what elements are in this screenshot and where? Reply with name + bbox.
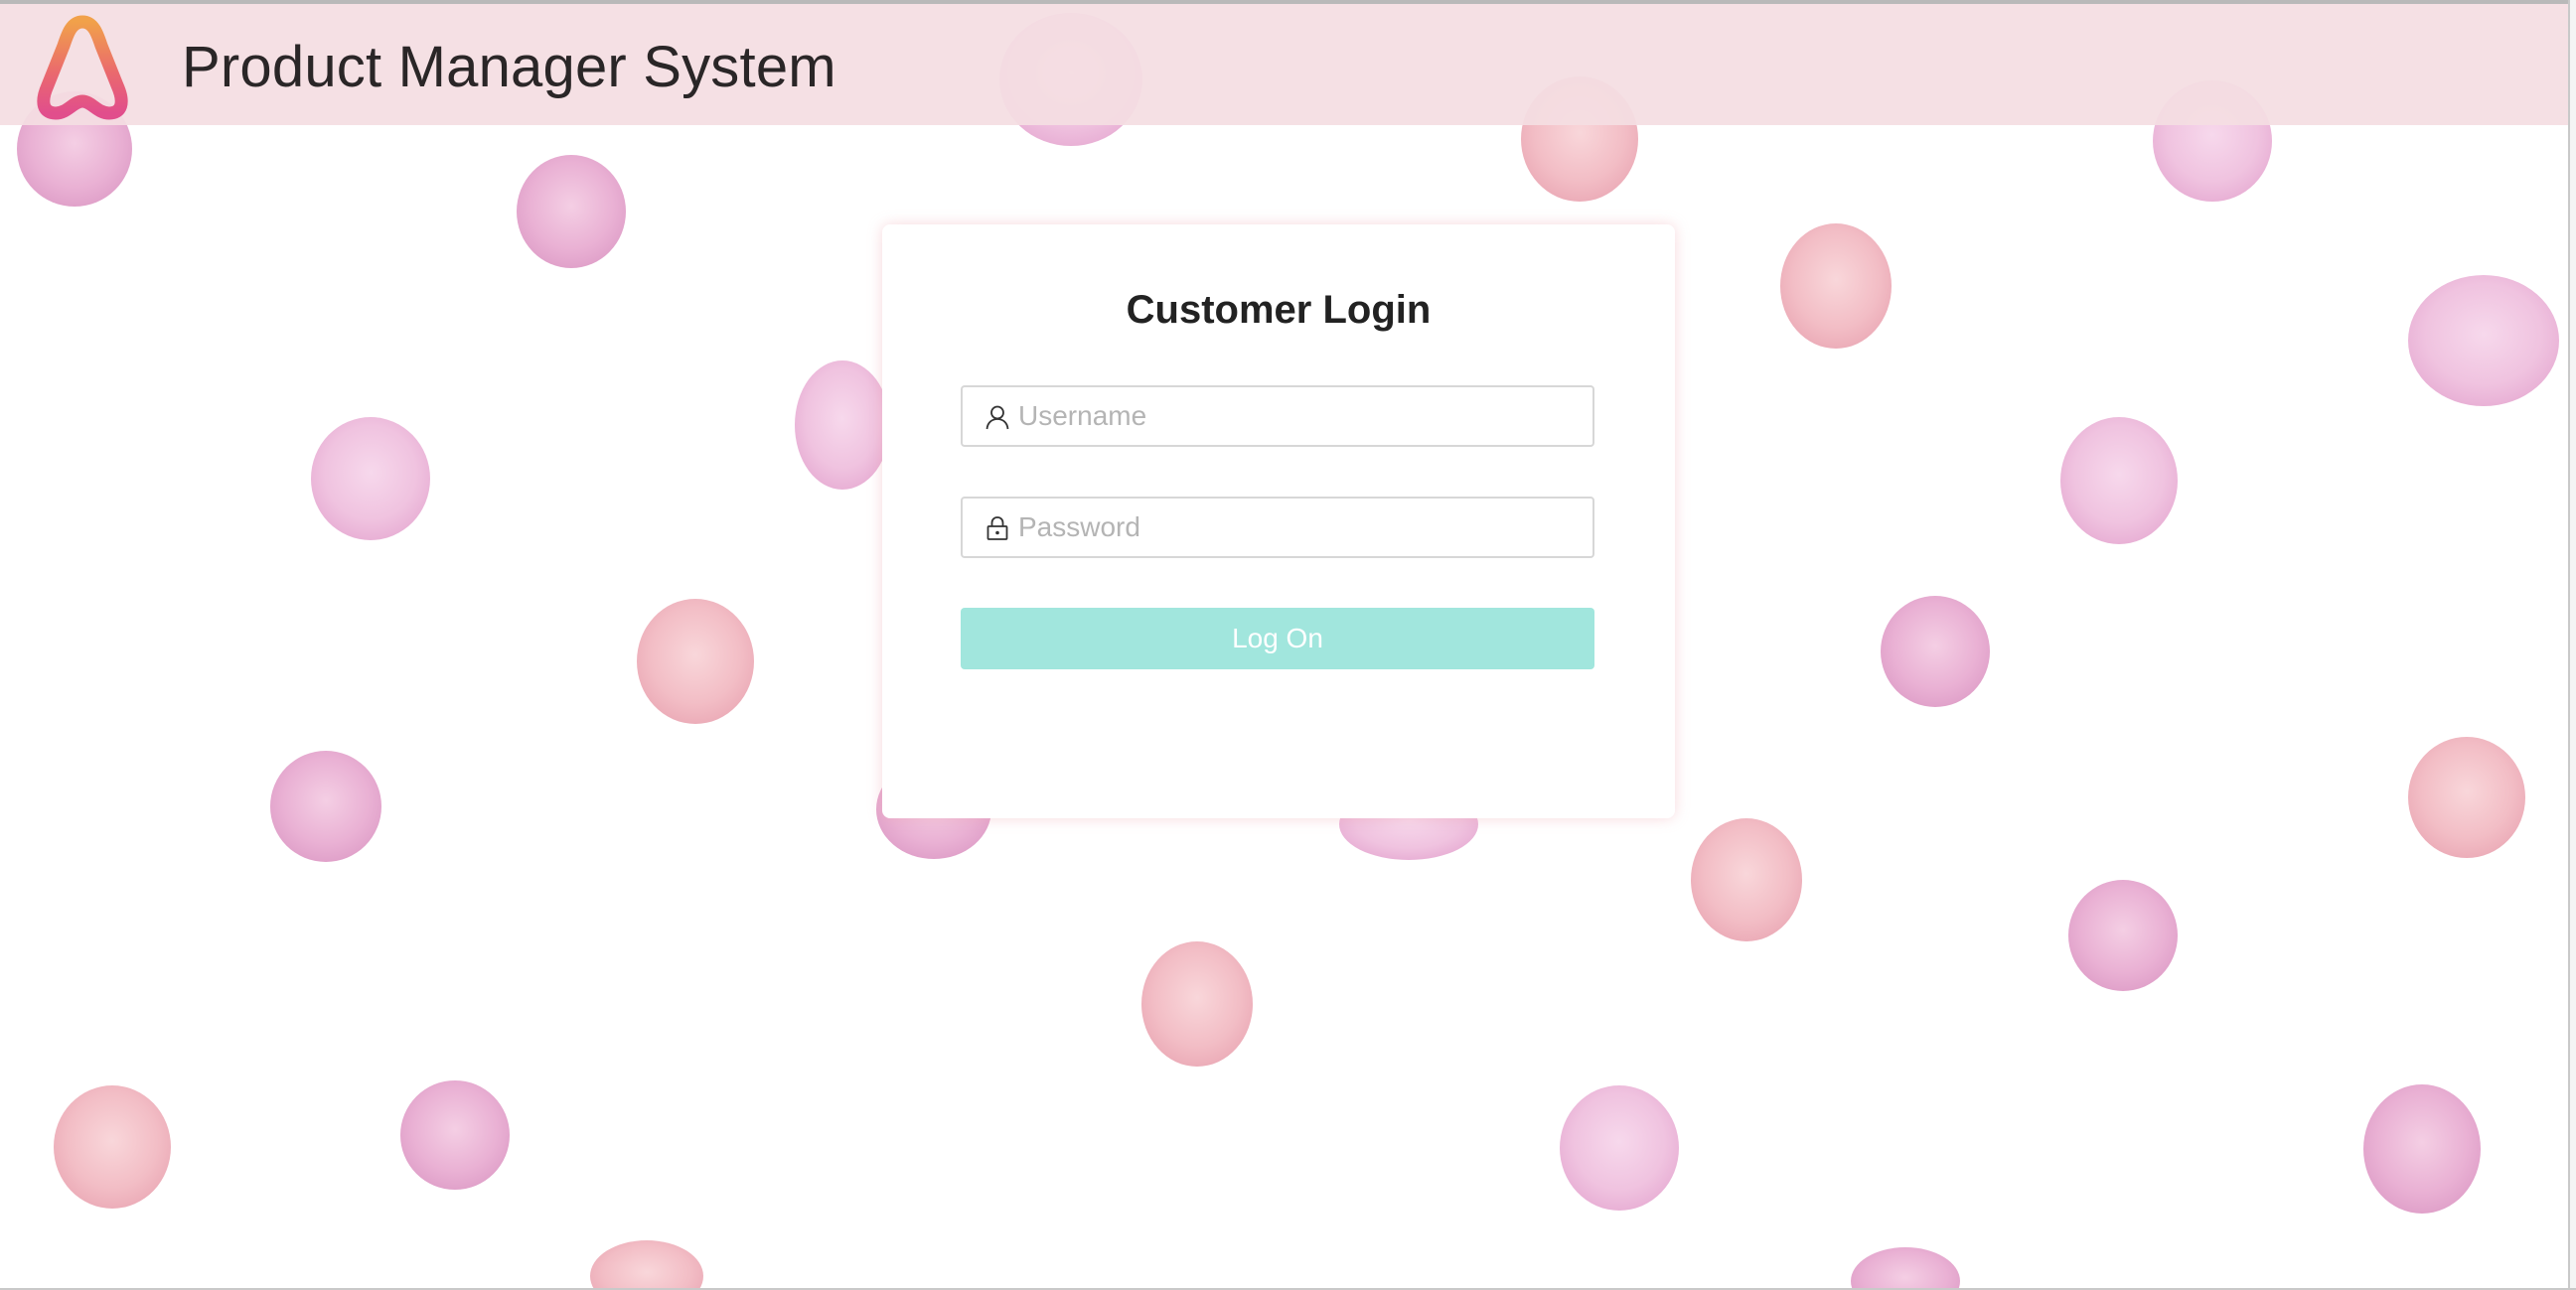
login-title: Customer Login: [1126, 288, 1432, 332]
log-on-button[interactable]: Log On: [961, 608, 1594, 669]
password-field[interactable]: [961, 497, 1594, 558]
lock-icon: [986, 516, 1008, 540]
login-page: Product Manager System Customer Login Lo…: [0, 0, 2576, 1290]
username-field[interactable]: [961, 385, 1594, 447]
username-input[interactable]: [1018, 387, 1585, 445]
user-icon: [985, 405, 1009, 430]
password-input[interactable]: [1018, 499, 1585, 556]
app-title: Product Manager System: [182, 35, 836, 99]
login-card: Customer Login Log On: [882, 224, 1675, 818]
app-header: Product Manager System: [0, 4, 2568, 125]
window-right-edge: [2568, 0, 2576, 1290]
stylized-a-logo-icon: [37, 15, 128, 120]
